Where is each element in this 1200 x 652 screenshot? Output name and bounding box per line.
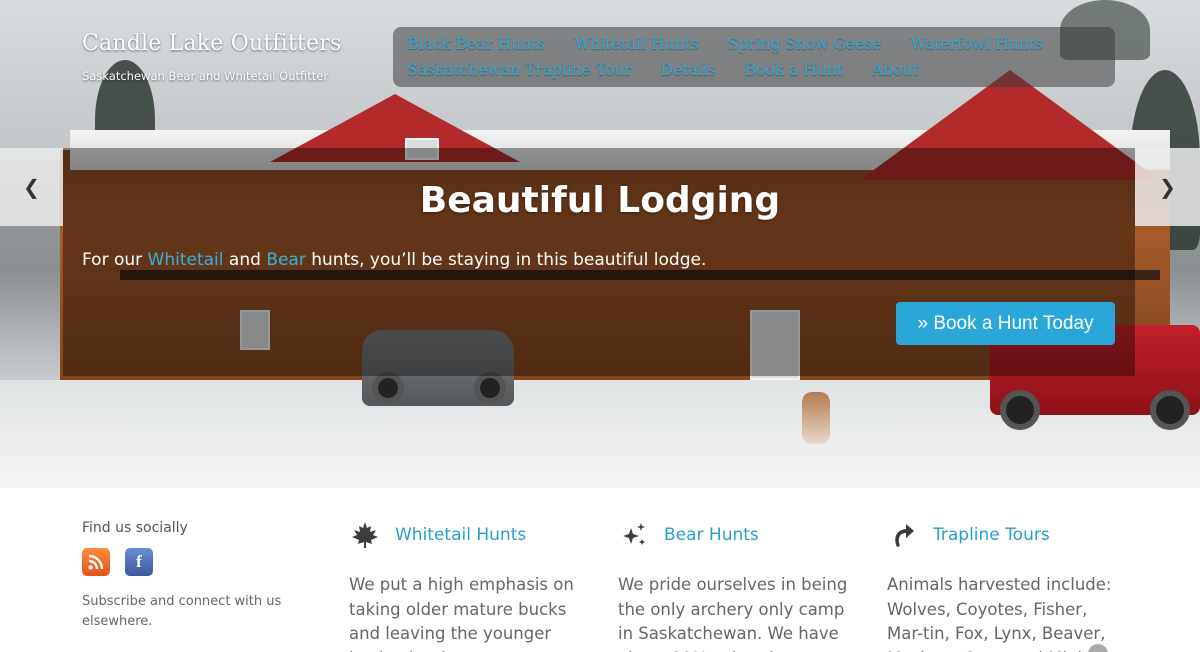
slide-caption: For our Whitetail and Bear hunts, you’ll… (82, 250, 706, 270)
caption-text: hunts, you’ll be staying in this beautif… (305, 250, 707, 270)
rss-glyph (88, 554, 104, 570)
nav-item-about[interactable]: About (872, 61, 919, 79)
nav-row: Saskatchewan Trapline Tour Details Book … (407, 57, 1101, 83)
sparkles-icon (618, 519, 650, 551)
nav-item-details[interactable]: Details (661, 61, 716, 79)
site-tagline: Saskatchewan Bear and Whitetail Outfitte… (82, 69, 329, 83)
feature-title[interactable]: Bear Hunts (664, 525, 759, 545)
feature-whitetail: Whitetail Hunts We put a high emphasis o… (349, 518, 589, 652)
feature-title[interactable]: Whitetail Hunts (395, 525, 526, 545)
hero-wheel (1000, 390, 1040, 430)
social-text: Subscribe and connect with us elsewhere. (82, 594, 282, 629)
feature-trapline: Trapline Tours Animals harvested include… (887, 518, 1127, 652)
hero-wheel (1150, 390, 1190, 430)
feature-title[interactable]: Trapline Tours (933, 525, 1050, 545)
nav-item-whitetail-hunts[interactable]: Whitetail Hunts (574, 35, 698, 53)
feature-header: Bear Hunts (618, 518, 858, 552)
curved-arrow-icon (887, 519, 919, 551)
bear-link[interactable]: Bear (266, 250, 306, 270)
caption-text: For our (82, 250, 148, 270)
feature-header: Whitetail Hunts (349, 518, 589, 552)
whitetail-link[interactable]: Whitetail (148, 250, 224, 270)
nav-item-book-a-hunt[interactable]: Book a Hunt (745, 61, 843, 79)
book-a-hunt-button[interactable]: » Book a Hunt Today (896, 302, 1115, 345)
feature-header: Trapline Tours (887, 518, 1127, 552)
nav-row: Black Bear Hunts Whitetail Hunts Spring … (407, 31, 1101, 57)
hero-wheel (474, 372, 506, 404)
main-navigation: Black Bear Hunts Whitetail Hunts Spring … (393, 27, 1115, 87)
nav-item-waterfowl-hunts[interactable]: Waterfowl Hunts (910, 35, 1043, 53)
facebook-icon[interactable]: f (125, 548, 153, 576)
social-heading: Find us socially (82, 520, 188, 536)
nav-item-trapline-tour[interactable]: Saskatchewan Trapline Tour (407, 61, 632, 79)
feature-body: We pride ourselves in being the only arc… (618, 575, 848, 652)
hero-dog (802, 392, 830, 444)
nav-item-spring-snow-geese[interactable]: Spring Snow Geese (728, 35, 882, 53)
rss-icon[interactable] (82, 548, 110, 576)
slide-title: Beautiful Lodging (419, 180, 781, 221)
maple-leaf-icon (349, 519, 381, 551)
hero-wheel (372, 372, 404, 404)
caption-text: and (223, 250, 267, 270)
nav-item-black-bear-hunts[interactable]: Black Bear Hunts (407, 35, 545, 53)
feature-body: We put a high emphasis on taking older m… (349, 575, 574, 652)
feature-body: Animals harvested include: Wolves, Coyot… (887, 575, 1112, 652)
feature-bear: Bear Hunts We pride ourselves in being t… (618, 518, 858, 652)
site-title[interactable]: Candle Lake Outfitters (82, 31, 341, 56)
social-icons: f (82, 548, 153, 576)
